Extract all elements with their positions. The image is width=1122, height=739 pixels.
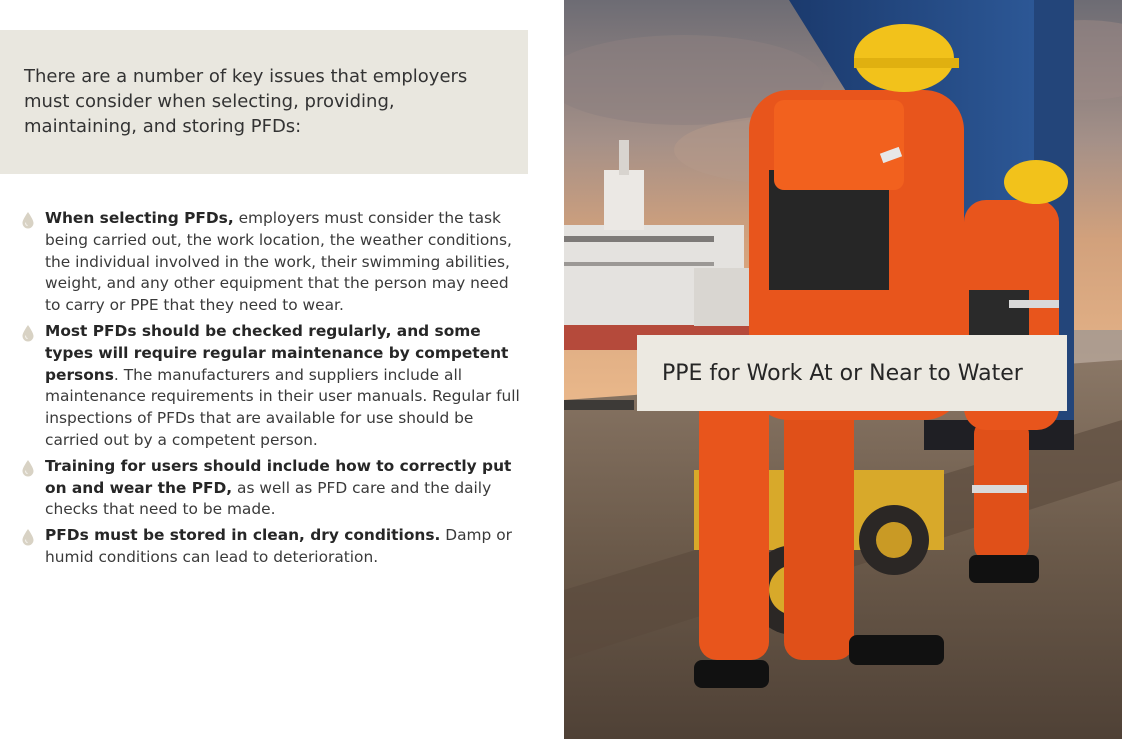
droplet-icon [22,212,34,229]
key-issues-list: When selecting PFDs, employers must cons… [20,208,520,573]
list-item: Most PFDs should be checked regularly, a… [20,321,520,452]
list-item: Training for users should include how to… [20,456,520,521]
droplet-icon [22,459,34,477]
intro-box: There are a number of key issues that em… [0,30,528,174]
photo-caption-box: PPE for Work At or Near to Water [637,335,1067,411]
list-item-lead: PFDs must be stored in clean, dry condit… [45,526,441,545]
list-item-lead: When selecting PFDs, [45,209,234,227]
droplet-icon [22,324,34,342]
list-item: PFDs must be stored in clean, dry condit… [20,525,520,569]
slide: There are a number of key issues that em… [0,0,1122,739]
list-item-text: . The manufacturers and suppliers includ… [45,365,520,449]
photo-caption: PPE for Work At or Near to Water [662,360,1023,386]
droplet-icon [22,529,34,546]
intro-text: There are a number of key issues that em… [24,66,468,137]
list-item: When selecting PFDs, employers must cons… [20,208,520,317]
